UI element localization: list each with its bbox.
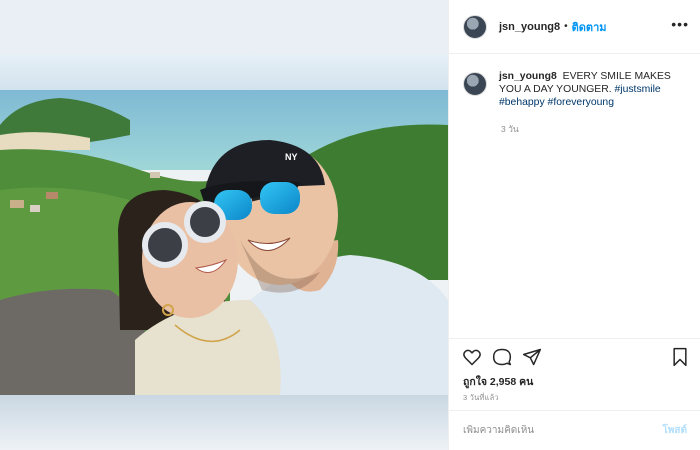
follow-button[interactable]: ติดตาม (572, 18, 607, 36)
bookmark-icon[interactable] (670, 347, 690, 367)
caption-avatar[interactable] (463, 72, 487, 96)
hashtag-link[interactable]: #justsmile (615, 84, 661, 95)
post-photo[interactable]: NY (0, 0, 448, 450)
post-side-panel: jsn_young8 • ติดตาม ••• jsn_young8 EVERY… (448, 0, 700, 450)
comment-icon[interactable] (492, 347, 512, 367)
svg-text:NY: NY (285, 152, 298, 162)
post-comment-button[interactable]: โพสต์ (662, 423, 687, 438)
header-username[interactable]: jsn_young8 (499, 21, 560, 33)
hashtag-link[interactable]: #behappy (499, 97, 545, 108)
comment-input[interactable] (463, 425, 663, 436)
hashtag-link[interactable]: #foreveryoung (548, 97, 614, 108)
more-options-icon[interactable]: ••• (671, 16, 689, 32)
share-icon[interactable] (522, 347, 542, 367)
caption: jsn_young8 EVERY SMILE MAKES YOU A DAY Y… (463, 70, 689, 109)
caption-timestamp: 3 วัน (501, 124, 519, 134)
heart-icon[interactable] (462, 347, 482, 367)
avatar[interactable] (463, 14, 487, 39)
action-bar (449, 338, 700, 372)
comment-bar: โพสต์ (449, 410, 700, 450)
caption-username[interactable]: jsn_young8 (499, 71, 557, 82)
likes-count[interactable]: ถูกใจ 2,958 คน (463, 373, 533, 390)
post-timestamp: 3 วันที่แล้ว (463, 393, 499, 402)
separator-dot: • (564, 21, 568, 32)
caption-text: jsn_young8 EVERY SMILE MAKES YOU A DAY Y… (499, 70, 689, 109)
post-media[interactable]: NY (0, 0, 448, 450)
post-header: jsn_young8 • ติดตาม ••• (449, 0, 700, 54)
